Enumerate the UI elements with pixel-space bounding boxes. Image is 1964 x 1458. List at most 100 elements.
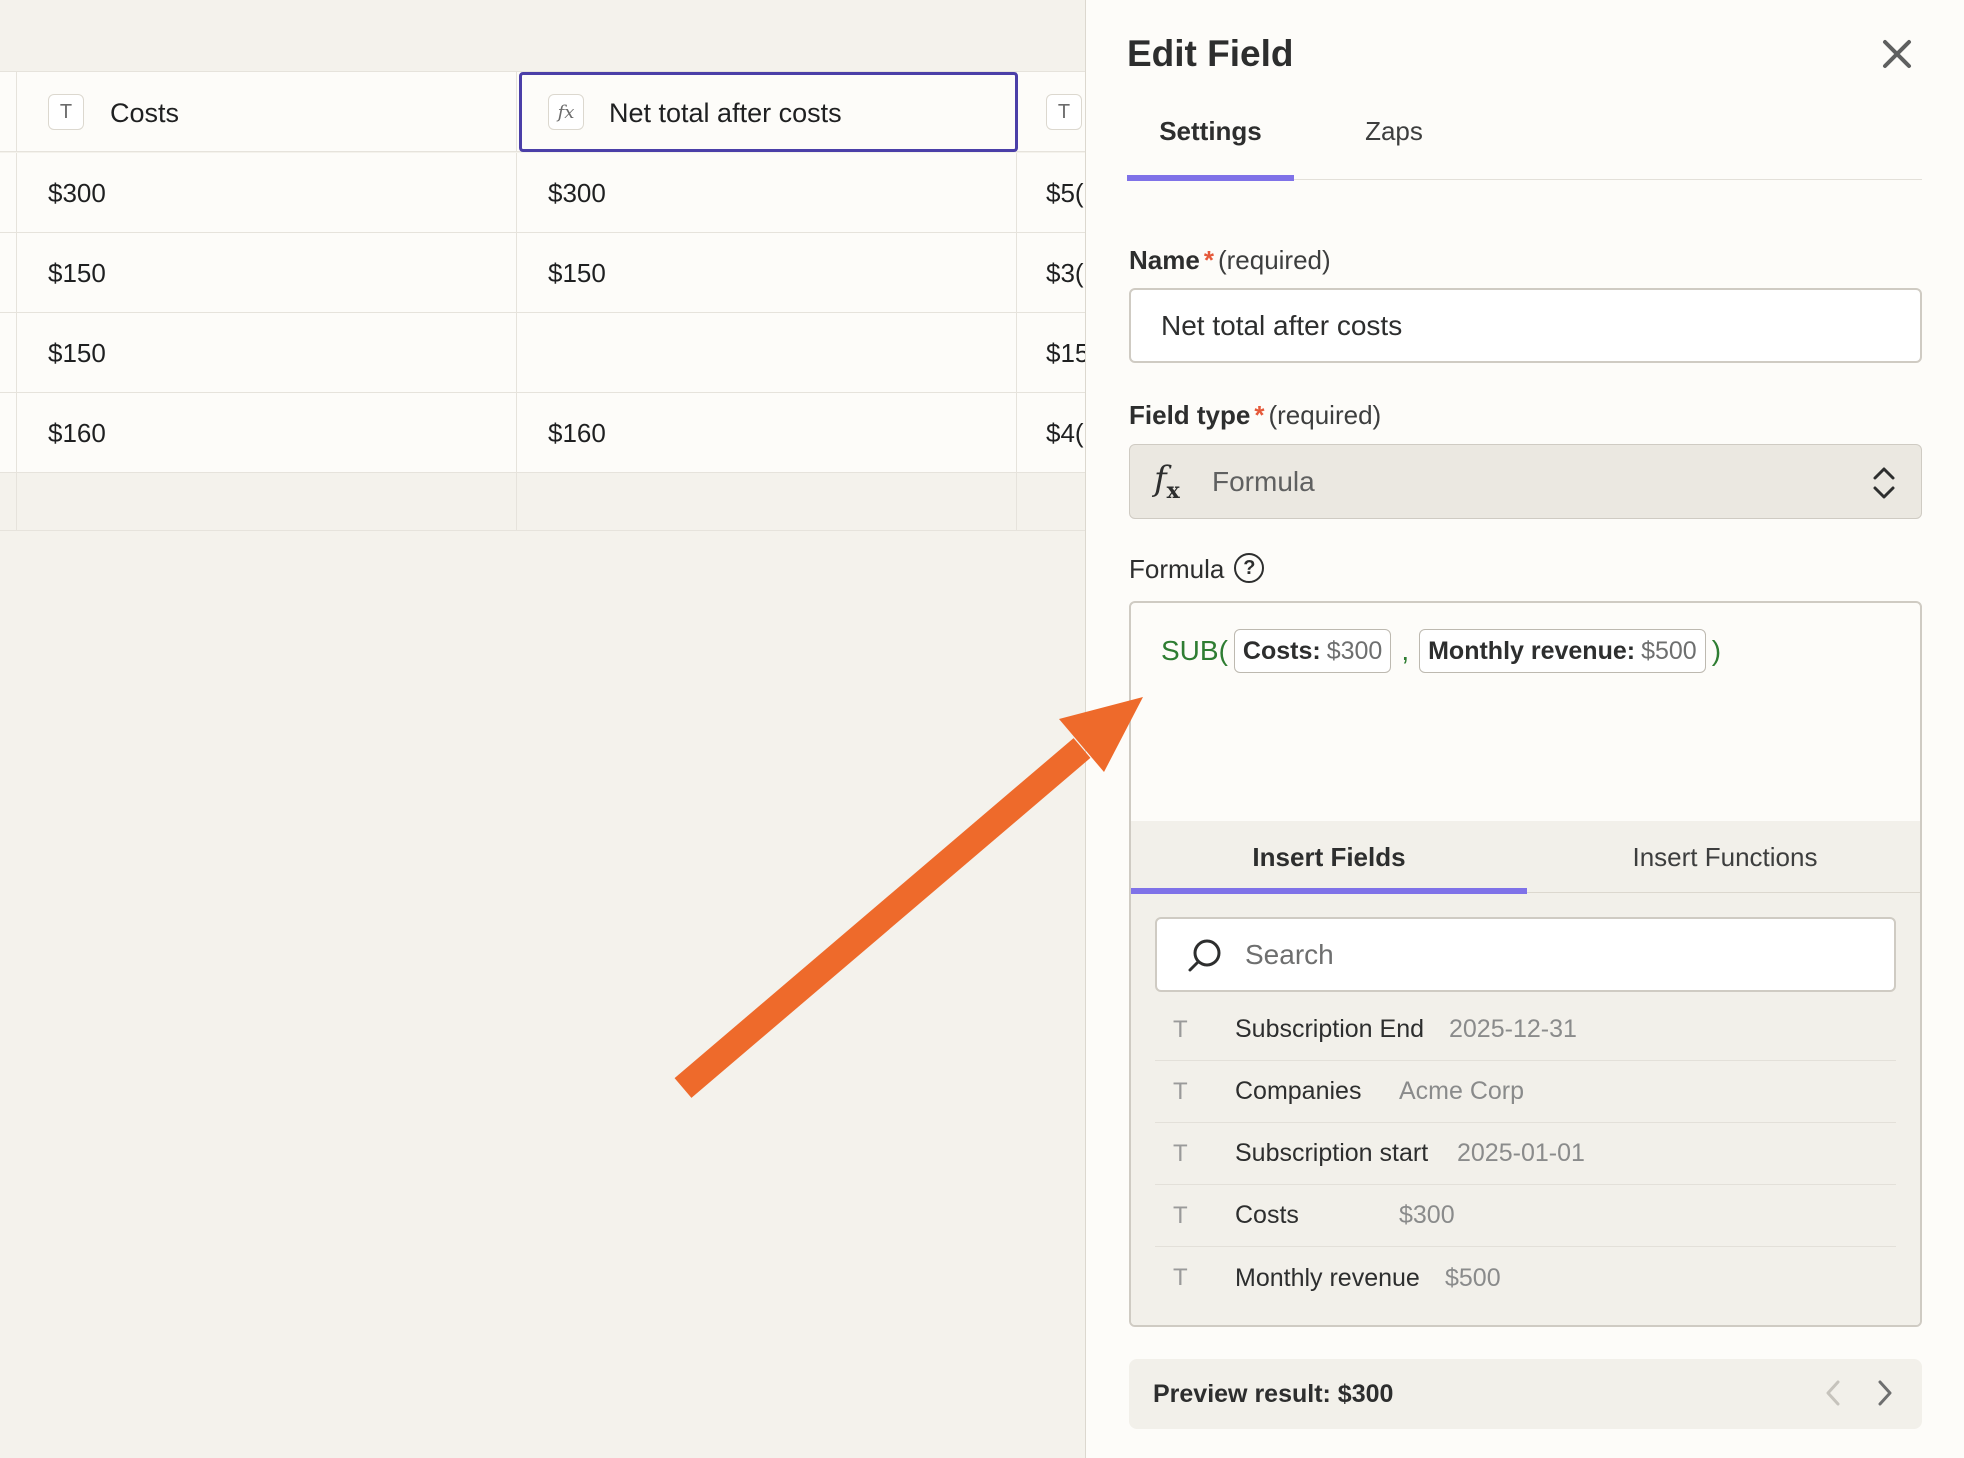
column-divider [516, 473, 517, 530]
chevron-right-icon [1878, 1380, 1892, 1406]
list-item[interactable]: T Monthly revenue $500 [1155, 1247, 1896, 1309]
column-divider [16, 153, 17, 232]
field-type-value: Formula [1212, 465, 1315, 497]
field-name: Subscription End [1235, 1015, 1425, 1043]
token-name: Monthly revenue: [1428, 636, 1636, 665]
token-name: Costs: [1242, 636, 1321, 665]
field-name: Subscription start [1235, 1139, 1429, 1167]
column-divider [16, 72, 17, 151]
field-value: Acme Corp [1399, 1077, 1525, 1105]
column-divider [1016, 153, 1017, 232]
help-icon[interactable]: ? [1234, 553, 1265, 584]
text-type-icon: T [1046, 94, 1082, 130]
close-icon [1883, 40, 1911, 68]
token-value: $500 [1641, 636, 1697, 665]
table-cell[interactable]: $300 [548, 153, 606, 233]
column-divider [16, 233, 17, 312]
text-type-icon: T [1173, 1077, 1188, 1105]
table-row[interactable]: $160 $160 $4( [0, 393, 1085, 473]
field-value: 2025-12-31 [1449, 1015, 1577, 1043]
text-type-icon: T [48, 94, 84, 130]
panel-title: Edit Field [1127, 33, 1294, 74]
name-input[interactable]: Net total after costs [1129, 288, 1922, 363]
list-item[interactable]: T Companies Acme Corp [1155, 1061, 1896, 1123]
column-divider [516, 313, 517, 392]
field-name: Monthly revenue [1235, 1263, 1420, 1292]
column-divider [516, 72, 517, 151]
formula-close-paren: ) [1711, 635, 1722, 666]
token-value: $300 [1326, 636, 1383, 665]
text-type-icon: T [1173, 1015, 1188, 1043]
selected-column-outline [519, 72, 1018, 152]
table-cell[interactable]: $150 [48, 313, 106, 393]
table-cell[interactable]: $150 [48, 233, 106, 313]
search-input[interactable]: Search [1155, 917, 1896, 992]
next-button[interactable] [1868, 1373, 1902, 1413]
table-cell[interactable]: $300 [48, 153, 106, 233]
search-icon [1188, 939, 1221, 972]
table-cell[interactable]: $4( [1046, 393, 1084, 473]
previous-button[interactable] [1816, 1373, 1850, 1413]
insert-panel: Insert Fields Insert Functions Search T … [1131, 821, 1920, 1325]
formula-editor[interactable]: SUB( Costs: $300 , Monthly revenue: $500… [1129, 601, 1922, 1327]
chevron-left-icon [1826, 1380, 1840, 1406]
chevron-up-down-icon [1873, 467, 1895, 499]
column-divider [516, 233, 517, 312]
tab-settings[interactable]: Settings [1127, 108, 1294, 181]
column-divider [516, 393, 517, 472]
column-divider [16, 473, 17, 530]
table-row[interactable]: $150 $150 $3( [0, 233, 1085, 313]
required-mark: * [1254, 400, 1265, 430]
column-divider [16, 393, 17, 472]
tab-insert-fields[interactable]: Insert Fields [1131, 821, 1527, 894]
table-cell[interactable]: $150 [548, 233, 606, 313]
formula-separator: , [1401, 635, 1410, 666]
formula-token-monthly-revenue[interactable]: Monthly revenue: $500 [1419, 629, 1706, 673]
add-row-placeholder[interactable] [0, 473, 1085, 531]
field-name: Companies [1235, 1077, 1362, 1105]
column-divider [1016, 473, 1017, 530]
column-divider [1016, 233, 1017, 312]
column-divider [16, 313, 17, 392]
table-cell[interactable]: $160 [548, 393, 606, 473]
column-header-costs[interactable]: Costs [110, 98, 179, 129]
field-type-label-text: Field type [1129, 400, 1251, 430]
formula-token-costs[interactable]: Costs: $300 [1233, 629, 1392, 673]
tab-zaps[interactable]: Zaps [1294, 108, 1494, 180]
formula-function: SUB( [1161, 635, 1228, 666]
required-text: (required) [1268, 400, 1382, 430]
field-value: $500 [1445, 1263, 1501, 1292]
table-cell[interactable]: $3( [1046, 233, 1084, 313]
name-label: Name * (required) [1129, 245, 1331, 276]
insert-tabs: Insert Fields Insert Functions [1131, 821, 1920, 894]
formula-expression[interactable]: SUB( Costs: $300 , Monthly revenue: $500… [1161, 629, 1721, 673]
field-value: $300 [1399, 1201, 1455, 1229]
list-item[interactable]: T Costs $300 [1155, 1185, 1896, 1247]
list-item[interactable]: T Subscription start 2025-01-01 [1155, 1123, 1896, 1185]
field-type-label: Field type * (required) [1129, 400, 1381, 431]
table-cell[interactable]: $15 [1046, 313, 1085, 393]
required-mark: * [1203, 245, 1214, 275]
text-type-icon: T [1173, 1139, 1188, 1167]
field-name: Costs [1235, 1201, 1299, 1229]
formula-label: Formula? [1129, 553, 1265, 586]
data-table: T Costs fx Net total after costs T $300 … [0, 0, 1085, 1458]
text-type-icon: T [1173, 1264, 1188, 1291]
close-button[interactable] [1875, 32, 1919, 76]
column-divider [516, 153, 517, 232]
table-cell[interactable]: $160 [48, 393, 106, 473]
preview-label: Preview result: $300 [1153, 1379, 1394, 1408]
table-row[interactable]: $150 $15 [0, 313, 1085, 393]
field-value: 2025-01-01 [1457, 1139, 1585, 1167]
formula-label-text: Formula [1129, 554, 1225, 584]
field-type-select[interactable]: fx Formula [1129, 444, 1922, 519]
preview-pager [1816, 1373, 1902, 1413]
table-row[interactable]: $300 $300 $5( [0, 153, 1085, 233]
required-text: (required) [1217, 245, 1331, 275]
name-label-text: Name [1129, 245, 1200, 275]
list-item[interactable]: T Subscription End 2025-12-31 [1155, 999, 1896, 1061]
text-type-icon: T [1173, 1201, 1188, 1229]
preview-result: Preview result: $300 [1129, 1359, 1922, 1429]
table-cell[interactable]: $5( [1046, 153, 1084, 233]
tab-insert-functions[interactable]: Insert Functions [1527, 821, 1920, 893]
